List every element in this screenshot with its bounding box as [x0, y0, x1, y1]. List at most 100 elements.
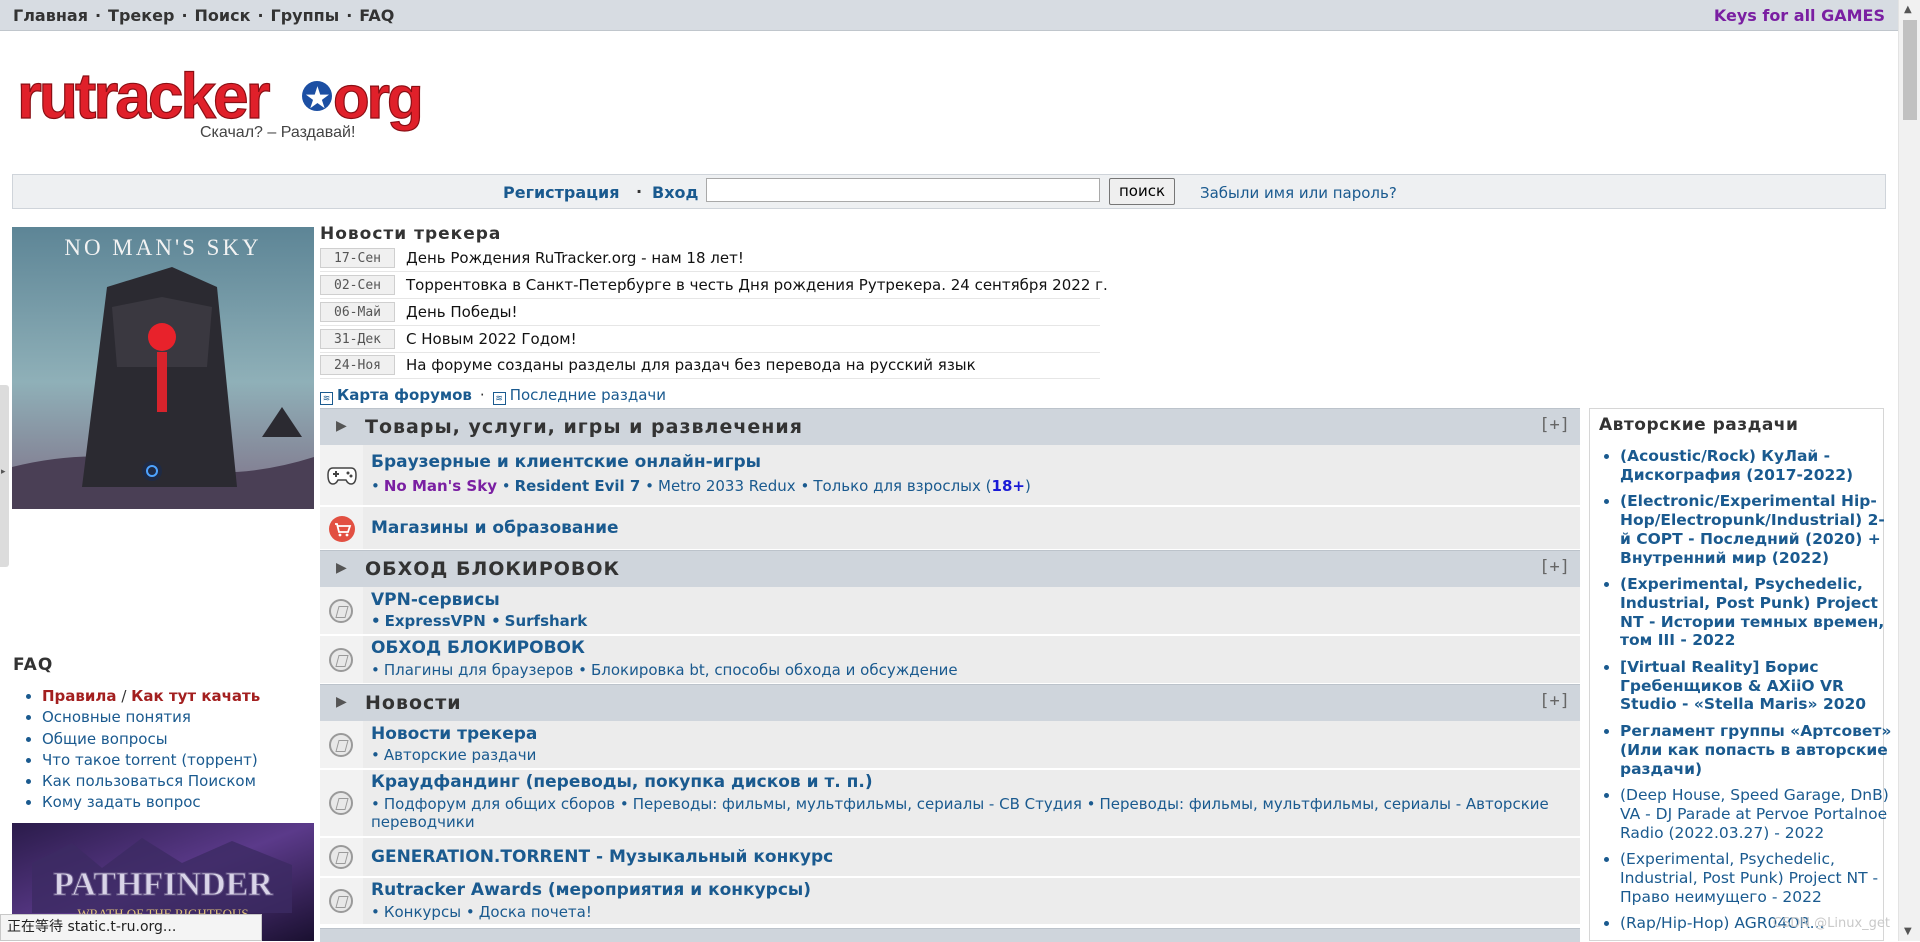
author-release-link[interactable]: (Experimental, Psychedelic, Industrial, … — [1620, 850, 1878, 905]
faq-link[interactable]: Основные понятия — [42, 708, 191, 726]
subforum-link[interactable]: Surfshark — [505, 612, 588, 630]
author-release-item[interactable]: (Experimental, Psychedelic, Industrial, … — [1620, 575, 1895, 650]
forum-map-link[interactable]: Карта форумов — [337, 386, 472, 404]
nav-home-link[interactable]: Главная — [13, 6, 88, 25]
forum-title-link[interactable]: Магазины и образование — [371, 518, 619, 538]
faq-rules-link[interactable]: Правила — [42, 687, 117, 705]
subforum-link[interactable]: Доска почета! — [479, 903, 592, 921]
news-item: 31-Дек С Новым 2022 Годом! — [320, 327, 1100, 353]
side-panel-handle[interactable]: ▸ — [0, 385, 9, 567]
forum-title-link[interactable]: ОБХОД БЛОКИРОВОК — [371, 638, 585, 658]
faq-link[interactable]: Как пользоваться Поиском — [42, 772, 256, 790]
author-release-link[interactable]: [Virtual Reality] Борис Гребенщиков & AX… — [1620, 658, 1866, 713]
forum-status-icon — [329, 733, 353, 757]
faq-item[interactable]: Что такое torrent (торрент) — [42, 750, 260, 771]
subforum-link[interactable]: ExpressVPN — [385, 612, 486, 630]
author-release-item[interactable]: Регламент группы «Артсовет» (Или как поп… — [1620, 722, 1895, 778]
category-title[interactable]: Товары, услуги, игры и развлечения — [365, 416, 803, 438]
author-release-link[interactable]: (Experimental, Psychedelic, Industrial, … — [1620, 575, 1884, 649]
forum-title-link[interactable]: GENERATION.TORRENT - Музыкальный конкурс — [371, 847, 833, 867]
search-input[interactable] — [706, 178, 1100, 202]
bullet: • — [371, 477, 380, 495]
faq-item[interactable]: Кому задать вопрос — [42, 792, 260, 813]
nav-faq-link[interactable]: FAQ — [359, 6, 394, 25]
category-toggle[interactable]: [+] — [1539, 415, 1570, 435]
author-release-item[interactable]: (Acoustic/Rock) КуЛай - Дискография (201… — [1620, 447, 1895, 484]
forgot-password-link[interactable]: Забыли имя или пароль? — [1200, 184, 1397, 202]
bullet: • — [645, 477, 654, 495]
category-toggle[interactable]: [+] — [1539, 557, 1570, 577]
subforum-link[interactable]: Metro 2033 Redux — [658, 477, 796, 495]
forum-row: Rutracker Awards (мероприятия и конкурсы… — [320, 878, 1580, 926]
author-release-link[interactable]: (Acoustic/Rock) КуЛай - Дискография (201… — [1620, 447, 1853, 484]
category-header[interactable]: ▶ Новости [+] — [320, 684, 1580, 721]
news-date: 02-Сен — [320, 275, 395, 295]
author-release-item[interactable]: (Deep House, Speed Garage, DnB) VA - DJ … — [1620, 786, 1895, 842]
scroll-up-icon[interactable]: ▲ — [1904, 4, 1912, 15]
scrollbar-thumb[interactable] — [1903, 20, 1917, 120]
category-header[interactable]: ▶ Товары, услуги, игры и развлечения [+] — [320, 408, 1580, 445]
search-button[interactable]: поиск — [1109, 178, 1175, 205]
faq-item: Правила / Как тут качать — [42, 686, 260, 707]
forum-title-link[interactable]: Новости трекера — [371, 724, 537, 744]
subforum-link[interactable]: Подфорум для общих сборов — [384, 795, 615, 813]
author-release-item[interactable]: [Virtual Reality] Борис Гребенщиков & AX… — [1620, 658, 1895, 714]
nav-tracker-link[interactable]: Трекер — [108, 6, 174, 25]
faq-item[interactable]: Основные понятия — [42, 707, 260, 728]
register-link[interactable]: Регистрация — [503, 183, 620, 202]
news-link[interactable]: День Рождения RuTracker.org - нам 18 лет… — [406, 249, 744, 267]
subforum-link[interactable]: Авторские раздачи — [384, 746, 536, 764]
news-link[interactable]: Торрентовка в Санкт-Петербурге в честь Д… — [406, 276, 1108, 294]
author-release-link[interactable]: Регламент группы «Артсовет» (Или как поп… — [1620, 722, 1891, 777]
author-release-link[interactable]: (Deep House, Speed Garage, DnB) VA - DJ … — [1620, 786, 1889, 841]
login-link[interactable]: Вход — [652, 183, 698, 202]
author-release-link[interactable]: (Electronic/Experimental Hip-Hop/Electro… — [1620, 492, 1885, 566]
author-release-item[interactable]: (Experimental, Psychedelic, Industrial, … — [1620, 850, 1895, 906]
keys-for-games-link[interactable]: Keys for all GAMES — [1714, 6, 1885, 25]
no-mans-sky-banner[interactable]: NO MAN'S SKY — [12, 227, 314, 509]
faq-link[interactable]: Кому задать вопрос — [42, 793, 201, 811]
faq-howto-link[interactable]: Как тут качать — [131, 687, 260, 705]
subforum-link[interactable]: Конкурсы — [384, 903, 461, 921]
forum-title-link[interactable]: VPN-сервисы — [371, 590, 500, 610]
expand-triangle-icon[interactable]: ▶ — [336, 560, 347, 576]
nav-groups-link[interactable]: Группы — [271, 6, 340, 25]
faq-item[interactable]: Как пользоваться Поиском — [42, 771, 260, 792]
subforum-link[interactable]: Resident Evil 7 — [515, 477, 641, 495]
faq-link[interactable]: Что такое torrent (торрент) — [42, 751, 258, 769]
category-title[interactable]: ОБХОД БЛОКИРОВОК — [365, 558, 620, 580]
rss-icon: ≋ — [320, 392, 333, 405]
forum-title-link[interactable]: Браузерные и клиентские онлайн-игры — [371, 452, 761, 472]
vertical-scrollbar[interactable]: ▲ ▼ — [1898, 0, 1920, 941]
forum-title-link[interactable]: Rutracker Awards (мероприятия и конкурсы… — [371, 880, 811, 900]
subforum-link[interactable]: Плагины для браузеров — [384, 661, 573, 679]
forum-status-icon — [329, 889, 353, 913]
faq-link[interactable]: Общие вопросы — [42, 730, 168, 748]
subforum-link[interactable]: Переводы: фильмы, мультфильмы, сериалы -… — [633, 795, 1082, 813]
subforum-link[interactable]: Блокировка bt, способы обхода и обсужден… — [591, 661, 958, 679]
news-link[interactable]: На форуме созданы разделы для раздач без… — [406, 356, 976, 374]
forum-title-link[interactable]: Краудфандинг (переводы, покупка дисков и… — [371, 772, 873, 792]
top-nav-links: Главная · Трекер · Поиск · Группы · FAQ — [13, 6, 394, 25]
category-header-partial[interactable] — [320, 928, 1580, 942]
scroll-down-icon[interactable]: ▼ — [1904, 926, 1912, 937]
category-toggle[interactable]: [+] — [1539, 691, 1570, 711]
latest-releases-link[interactable]: Последние раздачи — [510, 386, 666, 404]
category-header[interactable]: ▶ ОБХОД БЛОКИРОВОК [+] — [320, 550, 1580, 587]
author-releases-panel: Авторские раздачи (Acoustic/Rock) КуЛай … — [1589, 408, 1891, 941]
forum-row: VPN-сервисы • ExpressVPN • Surfshark — [320, 587, 1580, 636]
author-release-item[interactable]: (Electronic/Experimental Hip-Hop/Electro… — [1620, 492, 1895, 567]
news-link[interactable]: День Победы! — [406, 303, 518, 321]
adult-badge[interactable]: 18+ — [992, 477, 1025, 495]
site-logo[interactable]: rutracker ★ org Скачал? – Раздавай! — [15, 58, 425, 148]
news-date: 06-Май — [320, 302, 395, 322]
faq-item[interactable]: Общие вопросы — [42, 729, 260, 750]
category-title[interactable]: Новости — [365, 692, 462, 714]
nav-search-link[interactable]: Поиск — [195, 6, 251, 25]
expand-triangle-icon[interactable]: ▶ — [336, 418, 347, 434]
news-link[interactable]: С Новым 2022 Годом! — [406, 330, 577, 348]
subforum-list: • ExpressVPN • Surfshark — [371, 612, 587, 630]
subforum-link[interactable]: Только для взрослых ( — [813, 477, 991, 495]
expand-triangle-icon[interactable]: ▶ — [336, 694, 347, 710]
subforum-link[interactable]: No Man's Sky — [384, 477, 497, 495]
